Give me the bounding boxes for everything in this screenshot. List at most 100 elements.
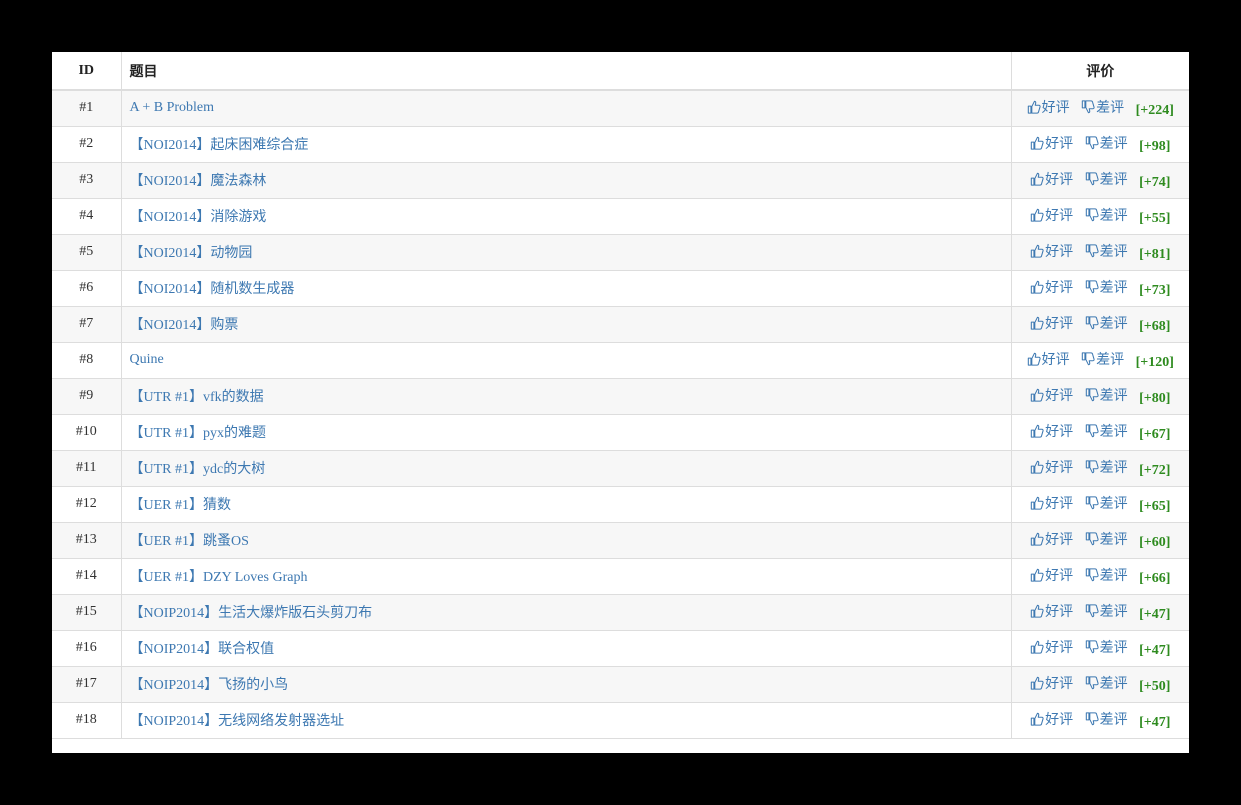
upvote-button[interactable]: 好评 xyxy=(1030,529,1073,549)
table-row: #1 A + B Problem 好评 差评 [+224] xyxy=(52,89,1189,127)
rating-score: [+68] xyxy=(1139,319,1171,334)
upvote-button[interactable]: 好评 xyxy=(1030,565,1073,585)
downvote-label: 差评 xyxy=(1099,461,1128,476)
downvote-button[interactable]: 差评 xyxy=(1085,673,1128,693)
problem-title-link[interactable]: 【UTR #1】vfk的数据 xyxy=(130,390,264,405)
downvote-button[interactable]: 差评 xyxy=(1085,277,1128,297)
rating-score: [+47] xyxy=(1139,715,1171,730)
problem-id: #12 xyxy=(52,485,122,523)
downvote-button[interactable]: 差评 xyxy=(1085,169,1128,189)
problem-title-link[interactable]: 【NOIP2014】联合权值 xyxy=(130,642,275,657)
upvote-button[interactable]: 好评 xyxy=(1030,133,1073,153)
downvote-label: 差评 xyxy=(1099,317,1128,332)
problem-id: #4 xyxy=(52,197,122,235)
table-row: #15 【NOIP2014】生活大爆炸版石头剪刀布 好评 差评 [+47] xyxy=(52,593,1189,631)
problem-title-link[interactable]: Quine xyxy=(130,352,164,367)
problem-title-link[interactable]: 【NOIP2014】飞扬的小鸟 xyxy=(130,678,289,693)
thumbs-down-icon xyxy=(1085,136,1099,150)
problem-title-link[interactable]: 【NOIP2014】生活大爆炸版石头剪刀布 xyxy=(130,606,373,621)
problem-title-link[interactable]: 【NOI2014】起床困难综合症 xyxy=(130,138,309,153)
downvote-button[interactable]: 差评 xyxy=(1085,421,1128,441)
downvote-label: 差评 xyxy=(1096,353,1125,368)
downvote-button[interactable]: 差评 xyxy=(1081,349,1124,369)
thumbs-up-icon xyxy=(1030,712,1044,726)
upvote-button[interactable]: 好评 xyxy=(1030,637,1073,657)
downvote-label: 差评 xyxy=(1099,641,1128,656)
upvote-button[interactable]: 好评 xyxy=(1030,169,1073,189)
thumbs-down-icon xyxy=(1085,496,1099,510)
table-row: #16 【NOIP2014】联合权值 好评 差评 [+47] xyxy=(52,629,1189,667)
downvote-button[interactable]: 差评 xyxy=(1085,529,1128,549)
upvote-button[interactable]: 好评 xyxy=(1027,97,1070,117)
problem-title-cell: 【UTR #1】ydc的大树 xyxy=(120,449,1012,487)
downvote-button[interactable]: 差评 xyxy=(1085,205,1128,225)
problem-title-link[interactable]: 【NOI2014】随机数生成器 xyxy=(130,282,295,297)
downvote-button[interactable]: 差评 xyxy=(1085,601,1128,621)
table-row: #2 【NOI2014】起床困难综合症 好评 差评 [+98] xyxy=(52,125,1189,163)
downvote-button[interactable]: 差评 xyxy=(1085,565,1128,585)
downvote-button[interactable]: 差评 xyxy=(1085,709,1128,729)
upvote-button[interactable]: 好评 xyxy=(1030,277,1073,297)
rating-cell: 好评 差评 [+81] xyxy=(1010,233,1189,271)
downvote-button[interactable]: 差评 xyxy=(1085,457,1128,477)
problem-title-link[interactable]: A + B Problem xyxy=(130,100,215,115)
problem-title-link[interactable]: 【NOI2014】魔法森林 xyxy=(130,174,267,189)
problem-title-link[interactable]: 【UER #1】猜数 xyxy=(130,498,232,513)
downvote-button[interactable]: 差评 xyxy=(1085,493,1128,513)
thumbs-up-icon xyxy=(1030,496,1044,510)
rating-cell: 好评 差评 [+68] xyxy=(1010,305,1189,343)
table-row: #5 【NOI2014】动物园 好评 差评 [+81] xyxy=(52,233,1189,271)
table-row: #17 【NOIP2014】飞扬的小鸟 好评 差评 [+50] xyxy=(52,665,1189,703)
thumbs-down-icon xyxy=(1085,460,1099,474)
downvote-button[interactable]: 差评 xyxy=(1085,385,1128,405)
problem-title-link[interactable]: 【NOI2014】动物园 xyxy=(130,246,253,261)
downvote-button[interactable]: 差评 xyxy=(1085,133,1128,153)
downvote-button[interactable]: 差评 xyxy=(1085,637,1128,657)
problem-title-link[interactable]: 【UER #1】跳蚤OS xyxy=(130,534,249,549)
thumbs-down-icon xyxy=(1085,172,1099,186)
rating-score: [+80] xyxy=(1139,391,1171,406)
downvote-button[interactable]: 差评 xyxy=(1081,97,1124,117)
problem-title-link[interactable]: 【NOI2014】消除游戏 xyxy=(130,210,267,225)
upvote-button[interactable]: 好评 xyxy=(1030,709,1073,729)
problem-title-cell: 【UER #1】猜数 xyxy=(120,485,1012,523)
table-row: #12 【UER #1】猜数 好评 差评 [+65] xyxy=(52,485,1189,523)
upvote-button[interactable]: 好评 xyxy=(1030,241,1073,261)
upvote-label: 好评 xyxy=(1045,641,1074,656)
upvote-button[interactable]: 好评 xyxy=(1030,457,1073,477)
upvote-button[interactable]: 好评 xyxy=(1030,493,1073,513)
rating-cell: 好评 差评 [+224] xyxy=(1010,89,1189,127)
problem-title-link[interactable]: 【UTR #1】pyx的难题 xyxy=(130,426,267,441)
table-row: #13 【UER #1】跳蚤OS 好评 差评 [+60] xyxy=(52,521,1189,559)
problem-title-link[interactable]: 【NOIP2014】无线网络发射器选址 xyxy=(130,714,345,729)
rating-score: [+81] xyxy=(1139,247,1171,262)
upvote-button[interactable]: 好评 xyxy=(1027,349,1070,369)
problem-title-link[interactable]: 【NOI2014】购票 xyxy=(130,318,239,333)
upvote-button[interactable]: 好评 xyxy=(1030,313,1073,333)
upvote-button[interactable]: 好评 xyxy=(1030,601,1073,621)
table-row: #9 【UTR #1】vfk的数据 好评 差评 [+80] xyxy=(52,377,1189,415)
problem-title-link[interactable]: 【UTR #1】ydc的大树 xyxy=(130,462,266,477)
problem-title-cell: 【NOIP2014】无线网络发射器选址 xyxy=(120,701,1012,739)
thumbs-down-icon xyxy=(1081,100,1095,114)
upvote-button[interactable]: 好评 xyxy=(1030,421,1073,441)
problem-id: #17 xyxy=(52,665,122,703)
problem-title-cell: 【NOI2014】随机数生成器 xyxy=(120,269,1012,307)
rating-score: [+67] xyxy=(1139,427,1171,442)
upvote-label: 好评 xyxy=(1045,389,1074,404)
rating-cell: 好评 差评 [+120] xyxy=(1010,341,1189,379)
problem-title-cell: 【UER #1】DZY Loves Graph xyxy=(120,557,1012,595)
downvote-button[interactable]: 差评 xyxy=(1085,241,1128,261)
upvote-button[interactable]: 好评 xyxy=(1030,385,1073,405)
downvote-label: 差评 xyxy=(1099,425,1128,440)
downvote-label: 差评 xyxy=(1099,497,1128,512)
problem-id: #11 xyxy=(52,449,122,487)
table-body: #1 A + B Problem 好评 差评 [+224] #2 【NOI201… xyxy=(52,89,1189,739)
downvote-button[interactable]: 差评 xyxy=(1085,313,1128,333)
header-row: ID 题目 评价 xyxy=(52,52,1189,91)
problem-title-link[interactable]: 【UER #1】DZY Loves Graph xyxy=(130,570,308,585)
upvote-button[interactable]: 好评 xyxy=(1030,205,1073,225)
thumbs-down-icon xyxy=(1085,568,1099,582)
upvote-button[interactable]: 好评 xyxy=(1030,673,1073,693)
thumbs-up-icon xyxy=(1030,172,1044,186)
